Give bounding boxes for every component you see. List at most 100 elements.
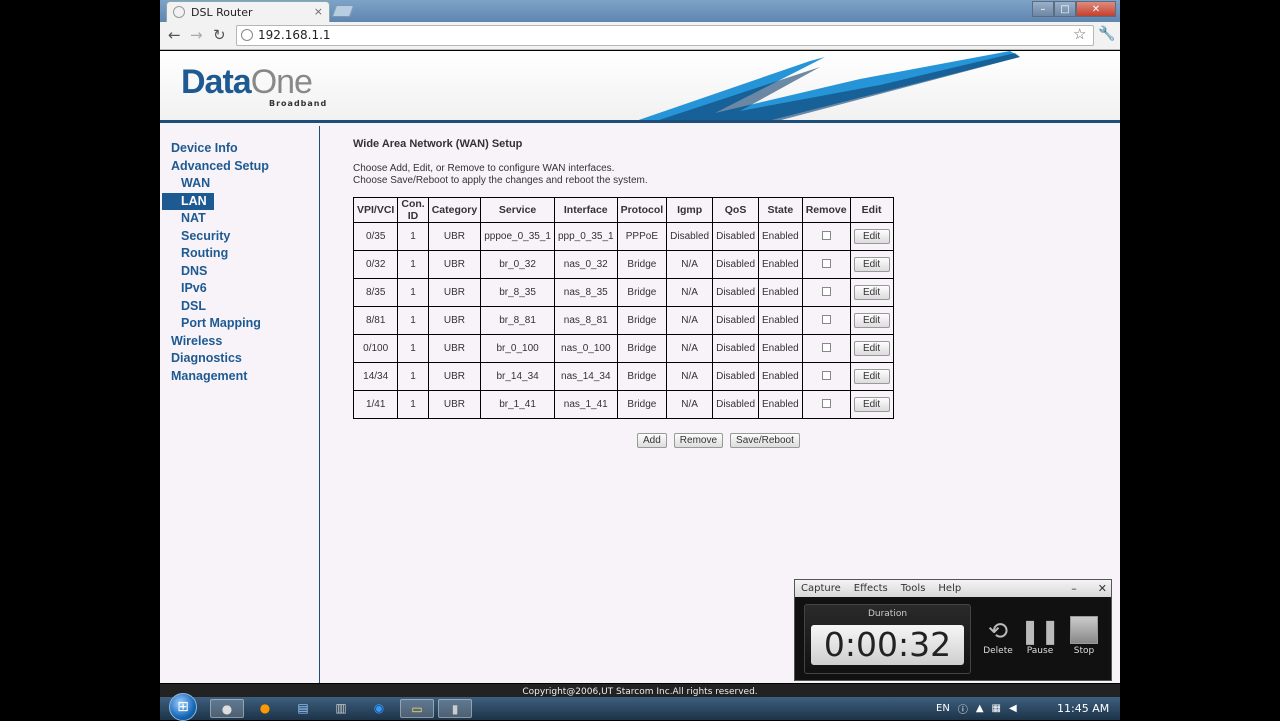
wrench-icon[interactable]: 🔧	[1098, 26, 1115, 42]
pause-button[interactable]: ❚❚ Pause	[1020, 616, 1060, 656]
table-cell: PPPoE	[616, 222, 668, 251]
start-button[interactable]: ⊞	[169, 693, 197, 721]
sidebar-item-lan[interactable]: LAN	[162, 192, 214, 210]
table-row: 0/35 1 UBR pppoe_0_35_1 ppp_0_35_1 PPPoE Disab…	[352, 222, 894, 251]
taskbar-mail-icon[interactable]: ◉	[362, 699, 396, 718]
recorder-minimize-button[interactable]: –	[1071, 582, 1077, 595]
taskbar-firefox-icon[interactable]: ●	[248, 699, 282, 718]
sidebar-item-nat[interactable]: NAT	[160, 210, 318, 228]
forward-icon[interactable]: →	[190, 26, 203, 44]
stop-button[interactable]: Stop	[1064, 616, 1104, 656]
language-indicator[interactable]: EN	[936, 703, 950, 714]
reload-icon[interactable]: ↻	[213, 26, 226, 44]
table-cell: Bridge	[616, 362, 668, 391]
maximize-button[interactable]: □	[1054, 1, 1076, 17]
url-text: 192.168.1.1	[258, 28, 331, 42]
sidebar-item-diagnostics[interactable]: Diagnostics	[160, 350, 318, 368]
tab-dsl-router[interactable]: DSL Router ×	[166, 1, 330, 22]
edit-button[interactable]: Edit	[853, 285, 890, 300]
remove-checkbox[interactable]	[821, 398, 831, 408]
help-icon[interactable]: ⓘ	[958, 701, 968, 716]
edit-button[interactable]: Edit	[853, 229, 890, 244]
add-button[interactable]: Add	[637, 433, 667, 448]
banner: DataOne Broadband	[160, 51, 1120, 123]
table-row: 0/32 1 UBR br_0_32 nas_0_32 Bridge N/A Disabled…	[352, 250, 894, 279]
taskbar-document-icon[interactable]: ▤	[286, 699, 320, 718]
bookmark-star-icon[interactable]: ☆	[1073, 25, 1086, 43]
table-cell: N/A	[666, 250, 714, 279]
show-hidden-icons-icon[interactable]: ▲	[976, 703, 984, 714]
table-cell: 1	[397, 278, 429, 307]
volume-icon[interactable]: ◀	[1009, 703, 1017, 714]
edit-button[interactable]: Edit	[853, 369, 890, 384]
edit-button[interactable]: Edit	[853, 397, 890, 412]
remove-cell	[801, 334, 851, 363]
delete-button[interactable]: ⟲ Delete	[978, 616, 1018, 656]
table-cell: N/A	[666, 362, 714, 391]
table-cell: 1	[397, 362, 429, 391]
clock[interactable]: 11:45 AM	[1057, 702, 1109, 715]
remove-checkbox[interactable]	[821, 258, 831, 268]
edit-button[interactable]: Edit	[853, 313, 890, 328]
wan-table: VPI/VCI Con. ID Category Service Interface Pr…	[352, 197, 894, 419]
sidebar-item-device-info[interactable]: Device Info	[160, 140, 318, 158]
edit-button[interactable]: Edit	[853, 257, 890, 272]
table-cell: Bridge	[616, 334, 668, 363]
browser-toolbar: ← → ↻ 192.168.1.1 ☆ 🔧	[160, 22, 1120, 50]
sidebar-item-wan[interactable]: WAN	[160, 175, 318, 193]
table-cell: Enabled	[758, 222, 803, 251]
table-cell: UBR	[427, 222, 482, 251]
close-window-button[interactable]: ✕	[1076, 1, 1116, 17]
sidebar-nav: Device Info Advanced Setup WAN LAN NAT S…	[160, 140, 318, 385]
sidebar-item-ipv6[interactable]: IPv6	[160, 280, 318, 298]
table-cell: N/A	[666, 390, 714, 419]
table-cell: Disabled	[712, 334, 760, 363]
taskbar-folder-icon[interactable]: ▭	[400, 699, 434, 718]
remove-checkbox[interactable]	[821, 342, 831, 352]
recorder-close-button[interactable]: ✕	[1098, 582, 1107, 595]
table-header-row: VPI/VCI Con. ID Category Service Interface Pr…	[352, 197, 894, 223]
sidebar-item-port-mapping[interactable]: Port Mapping	[160, 315, 318, 333]
duration-label: Duration	[867, 609, 908, 619]
table-row: 0/100 1 UBR br_0_100 nas_0_100 Bridge N/A Disab…	[352, 334, 894, 363]
table-cell: N/A	[666, 306, 714, 335]
banner-swoosh	[638, 51, 1020, 120]
back-icon[interactable]: ←	[168, 26, 181, 44]
remove-checkbox[interactable]	[821, 286, 831, 296]
remove-checkbox[interactable]	[821, 370, 831, 380]
remove-checkbox[interactable]	[821, 314, 831, 324]
minimize-button[interactable]: –	[1032, 1, 1054, 17]
edit-cell: Edit	[849, 222, 894, 251]
taskbar-notepad-icon[interactable]: ▥	[324, 699, 358, 718]
network-icon[interactable]: ▦	[992, 703, 1001, 714]
taskbar-recorder-icon[interactable]: ▮	[438, 699, 472, 718]
address-bar[interactable]: 192.168.1.1	[236, 25, 1094, 46]
table-cell: N/A	[666, 334, 714, 363]
menu-capture[interactable]: Capture	[801, 580, 841, 597]
tab-close-icon[interactable]: ×	[314, 5, 323, 18]
sidebar-item-wireless[interactable]: Wireless	[160, 333, 318, 351]
sidebar-item-routing[interactable]: Routing	[160, 245, 318, 263]
sidebar-item-management[interactable]: Management	[160, 368, 318, 386]
column-header: VPI/VCI	[352, 197, 399, 223]
table-cell: nas_0_100	[553, 334, 618, 363]
sidebar-item-security[interactable]: Security	[160, 228, 318, 246]
sidebar-item-advanced-setup[interactable]: Advanced Setup	[160, 158, 318, 176]
menu-effects[interactable]: Effects	[854, 580, 888, 597]
table-cell: 1	[397, 334, 429, 363]
duration-display: Duration 0:00:32	[804, 604, 971, 674]
table-cell: UBR	[427, 306, 482, 335]
menu-tools[interactable]: Tools	[901, 580, 926, 597]
remove-checkbox[interactable]	[821, 230, 831, 240]
edit-button[interactable]: Edit	[853, 341, 890, 356]
sidebar-item-dsl[interactable]: DSL	[160, 298, 318, 316]
menu-help[interactable]: Help	[938, 580, 961, 597]
remove-button[interactable]: Remove	[673, 433, 724, 448]
save-reboot-button[interactable]: Save/Reboot	[730, 433, 800, 448]
table-cell: 1	[397, 306, 429, 335]
recorder-menu: Capture Effects Tools Help – ✕	[795, 580, 1111, 597]
table-cell: br_14_34	[480, 362, 555, 391]
edit-cell: Edit	[849, 334, 894, 363]
taskbar-chrome-icon[interactable]: ●	[210, 699, 244, 718]
sidebar-item-dns[interactable]: DNS	[160, 263, 318, 281]
